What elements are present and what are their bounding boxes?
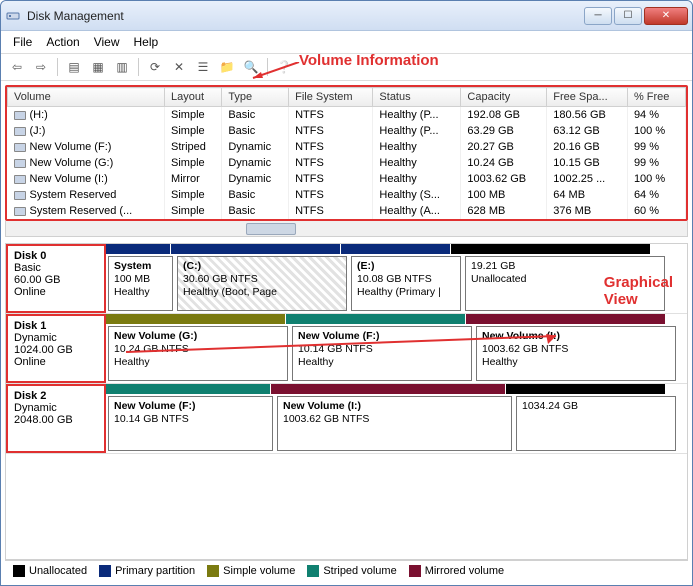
legend-swatch <box>13 565 25 577</box>
stripe-segment <box>106 384 271 394</box>
column-header[interactable]: Status <box>373 88 461 107</box>
menu-file[interactable]: File <box>13 35 32 49</box>
legend-swatch <box>207 565 219 577</box>
stripe-segment <box>286 314 466 324</box>
close-button[interactable]: ✕ <box>644 7 688 25</box>
stripe-segment <box>106 244 171 254</box>
volume-icon <box>14 127 26 136</box>
properties-button[interactable]: ☰ <box>193 57 213 77</box>
stripe-segment <box>506 384 666 394</box>
disk-header[interactable]: Disk 1Dynamic1024.00 GBOnline <box>6 314 106 383</box>
volume-box[interactable]: New Volume (F:)10.14 GB NTFS <box>108 396 273 451</box>
volume-list[interactable]: VolumeLayoutTypeFile SystemStatusCapacit… <box>5 85 688 221</box>
stripe-segment <box>106 314 286 324</box>
volume-box[interactable]: New Volume (G:)10.24 GB NTFSHealthy <box>108 326 288 381</box>
scrollbar-thumb[interactable] <box>246 223 296 235</box>
graphical-view[interactable]: Graphical View Disk 0Basic60.00 GBOnline… <box>5 243 688 560</box>
view-detail-button[interactable]: ▦ <box>88 57 108 77</box>
app-icon <box>5 8 21 24</box>
volume-box[interactable]: System100 MBHealthy <box>108 256 173 311</box>
volume-box[interactable]: 1034.24 GB <box>516 396 676 451</box>
view-graphical-button[interactable]: ▥ <box>112 57 132 77</box>
stripe-segment <box>451 244 651 254</box>
volume-box[interactable]: New Volume (I:)1003.62 GB NTFSHealthy <box>476 326 676 381</box>
column-header[interactable]: Capacity <box>461 88 547 107</box>
legend-item: Mirrored volume <box>409 565 504 577</box>
volume-icon <box>14 159 26 168</box>
window-title: Disk Management <box>27 9 584 23</box>
disk-header[interactable]: Disk 2Dynamic2048.00 GB <box>6 384 106 453</box>
legend-swatch <box>409 565 421 577</box>
column-headers: VolumeLayoutTypeFile SystemStatusCapacit… <box>8 88 686 107</box>
menu-view[interactable]: View <box>94 35 120 49</box>
legend-swatch <box>307 565 319 577</box>
table-row[interactable]: (H:)SimpleBasicNTFSHealthy (P...192.08 G… <box>8 107 686 124</box>
refresh-button[interactable]: ⟳ <box>145 57 165 77</box>
volume-icon <box>14 175 26 184</box>
disk-row: Disk 1Dynamic1024.00 GBOnlineNew Volume … <box>6 314 687 384</box>
table-row[interactable]: New Volume (F:)StripedDynamicNTFSHealthy… <box>8 139 686 155</box>
minimize-button[interactable]: ─ <box>584 7 612 25</box>
delete-button[interactable]: ✕ <box>169 57 189 77</box>
volume-box[interactable]: (C:)30.60 GB NTFSHealthy (Boot, Page <box>177 256 347 311</box>
volume-box[interactable]: New Volume (F:)10.14 GB NTFSHealthy <box>292 326 472 381</box>
table-row[interactable]: System Reserved (...SimpleBasicNTFSHealt… <box>8 203 686 219</box>
legend-item: Unallocated <box>13 565 87 577</box>
horizontal-scrollbar[interactable] <box>5 221 688 237</box>
column-header[interactable]: Free Spa... <box>547 88 628 107</box>
legend-item: Primary partition <box>99 565 195 577</box>
explore-button[interactable]: 📁 <box>217 57 237 77</box>
content-area: VolumeLayoutTypeFile SystemStatusCapacit… <box>1 81 692 585</box>
column-header[interactable]: Volume <box>8 88 165 107</box>
stripe-segment <box>341 244 451 254</box>
legend-swatch <box>99 565 111 577</box>
table-row[interactable]: New Volume (G:)SimpleDynamicNTFSHealthy1… <box>8 155 686 171</box>
column-header[interactable]: Layout <box>165 88 222 107</box>
volume-icon <box>14 143 26 152</box>
disk-management-window: Disk Management ─ ☐ ✕ File Action View H… <box>0 0 693 586</box>
toolbar: ⇦ ⇨ ▤ ▦ ▥ ⟳ ✕ ☰ 📁 🔍 ❔ Volume Information <box>1 54 692 81</box>
column-header[interactable]: Type <box>222 88 289 107</box>
volume-icon <box>14 207 26 216</box>
volume-icon <box>14 111 26 120</box>
volume-box[interactable]: New Volume (I:)1003.62 GB NTFS <box>277 396 512 451</box>
volume-box[interactable]: (E:)10.08 GB NTFSHealthy (Primary | <box>351 256 461 311</box>
maximize-button[interactable]: ☐ <box>614 7 642 25</box>
view-list-button[interactable]: ▤ <box>64 57 84 77</box>
table-row[interactable]: New Volume (I:)MirrorDynamicNTFSHealthy1… <box>8 171 686 187</box>
legend-item: Simple volume <box>207 565 295 577</box>
stripe-segment <box>271 384 506 394</box>
table-row[interactable]: System ReservedSimpleBasicNTFSHealthy (S… <box>8 187 686 203</box>
disk-row: Disk 0Basic60.00 GBOnlineSystem100 MBHea… <box>6 244 687 314</box>
legend: Unallocated Primary partition Simple volum… <box>5 560 688 581</box>
column-header[interactable]: % Free <box>627 88 685 107</box>
volume-icon <box>14 191 26 200</box>
stripe-segment <box>171 244 341 254</box>
menubar: File Action View Help <box>1 31 692 54</box>
menu-help[interactable]: Help <box>134 35 159 49</box>
column-header[interactable]: File System <box>289 88 373 107</box>
back-button[interactable]: ⇦ <box>7 57 27 77</box>
stripe-segment <box>466 314 666 324</box>
help-button[interactable]: ❔ <box>274 57 294 77</box>
forward-button[interactable]: ⇨ <box>31 57 51 77</box>
table-row[interactable]: (J:)SimpleBasicNTFSHealthy (P...63.29 GB… <box>8 123 686 139</box>
titlebar[interactable]: Disk Management ─ ☐ ✕ <box>1 1 692 31</box>
rescan-button[interactable]: 🔍 <box>241 57 261 77</box>
volume-box[interactable]: 19.21 GBUnallocated <box>465 256 665 311</box>
disk-header[interactable]: Disk 0Basic60.00 GBOnline <box>6 244 106 313</box>
legend-item: Striped volume <box>307 565 396 577</box>
disk-row: Disk 2Dynamic2048.00 GBNew Volume (F:)10… <box>6 384 687 454</box>
menu-action[interactable]: Action <box>46 35 79 49</box>
annotation-volume-info: Volume Information <box>299 52 439 69</box>
